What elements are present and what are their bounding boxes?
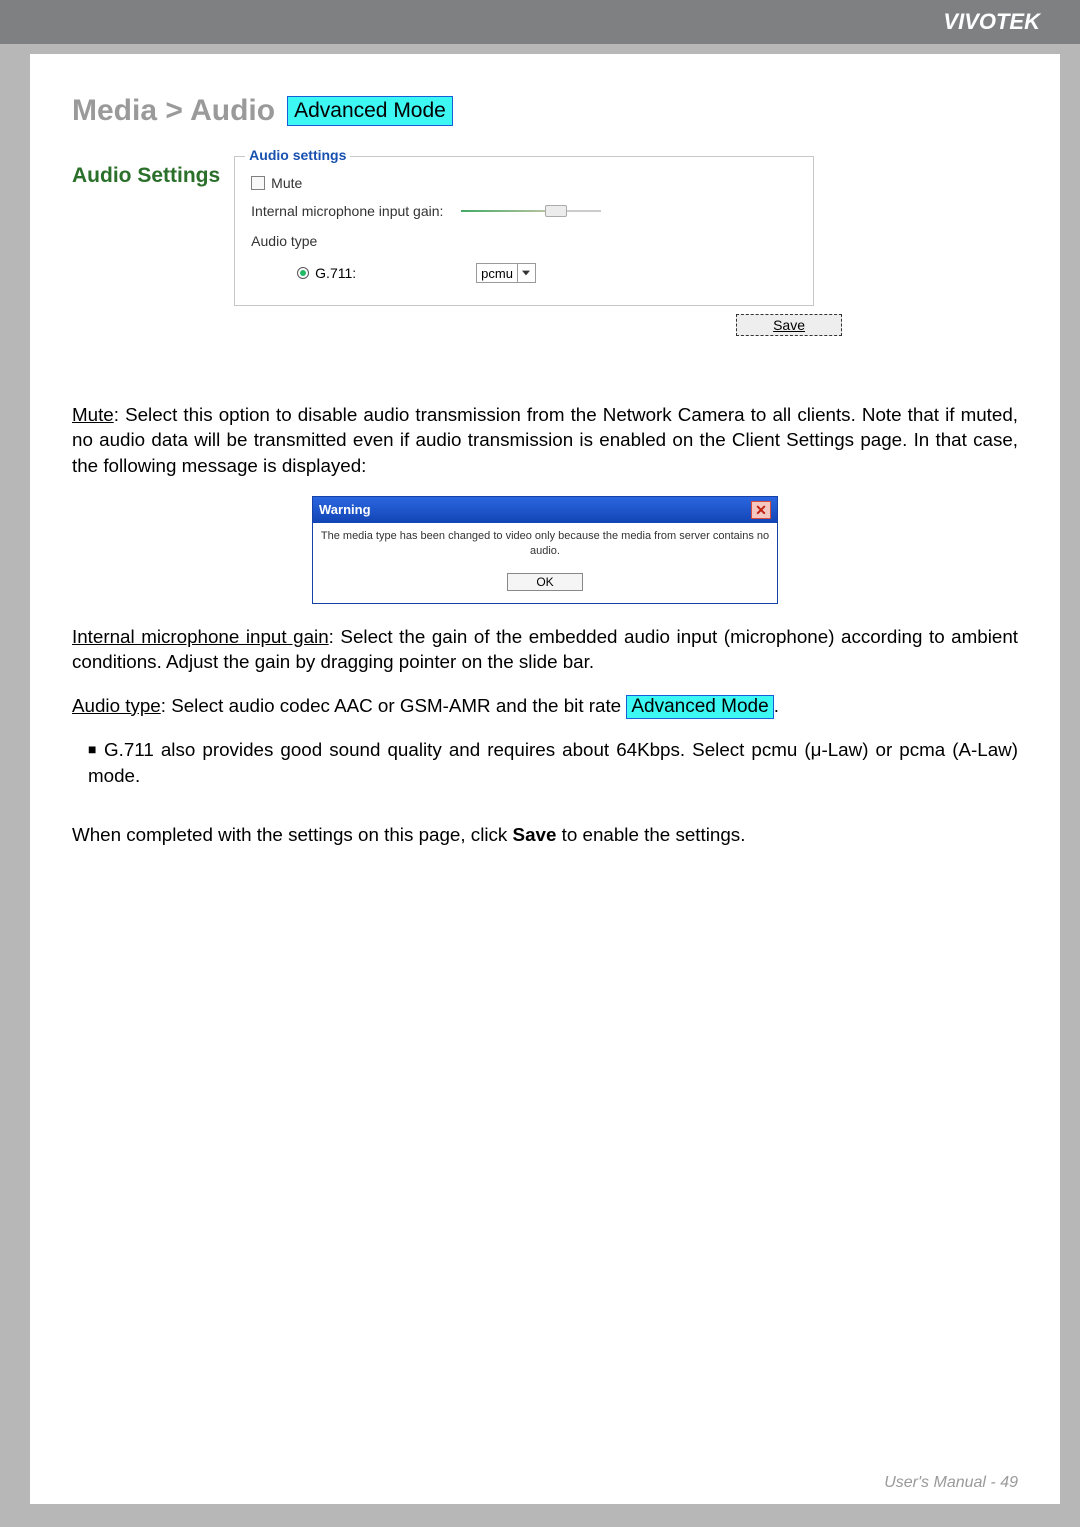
mute-checkbox[interactable]	[251, 176, 265, 190]
audio-settings-fieldset: Audio settings Mute Internal microphone …	[234, 156, 814, 306]
footer: User's Manual - 49	[72, 1474, 1018, 1492]
mute-term: Mute	[72, 404, 114, 425]
audio-type-label: Audio type	[251, 233, 797, 249]
gain-term: Internal microphone input gain	[72, 626, 329, 647]
codec-value: pcmu	[477, 266, 517, 281]
save-note-bold: Save	[513, 824, 557, 845]
save-note-post: to enable the settings.	[556, 824, 745, 845]
bullet-g711: G.711 also provides good sound quality a…	[88, 737, 1018, 788]
save-note-pre: When completed with the settings on this…	[72, 824, 513, 845]
dialog-title: Warning	[319, 501, 371, 519]
save-button[interactable]: Save	[736, 314, 842, 336]
fieldset-legend: Audio settings	[245, 147, 350, 163]
mute-label: Mute	[271, 175, 302, 191]
dialog-ok-button[interactable]: OK	[507, 573, 582, 591]
brand: VIVOTEK	[943, 9, 1040, 35]
close-icon[interactable]: ✕	[751, 501, 771, 519]
g711-radio[interactable]	[297, 267, 309, 279]
mode-badge-inline: Advanced Mode	[626, 695, 773, 720]
mode-badge: Advanced Mode	[287, 96, 453, 126]
mute-desc: : Select this option to disable audio tr…	[72, 404, 1018, 476]
warning-dialog: Warning ✕ The media type has been change…	[312, 496, 778, 604]
codec-select[interactable]: pcmu	[476, 263, 536, 283]
radio-dot	[300, 270, 306, 276]
g711-label: G.711:	[315, 265, 356, 281]
audio-type-desc-post: .	[774, 695, 779, 716]
chevron-down-icon	[517, 264, 535, 282]
breadcrumb: Media > Audio	[72, 94, 275, 128]
page: Media > Audio Advanced Mode Audio Settin…	[30, 54, 1060, 1504]
slider-thumb[interactable]	[545, 205, 567, 217]
slider-rail	[461, 210, 601, 212]
audio-type-desc-pre: : Select audio codec AAC or GSM-AMR and …	[161, 695, 627, 716]
dialog-message: The media type has been changed to video…	[313, 523, 777, 569]
audio-type-term: Audio type	[72, 695, 161, 716]
section-heading: Audio Settings	[72, 164, 220, 188]
header-bar: VIVOTEK	[0, 0, 1080, 44]
gain-slider[interactable]	[461, 204, 601, 218]
gain-label: Internal microphone input gain:	[251, 203, 461, 219]
